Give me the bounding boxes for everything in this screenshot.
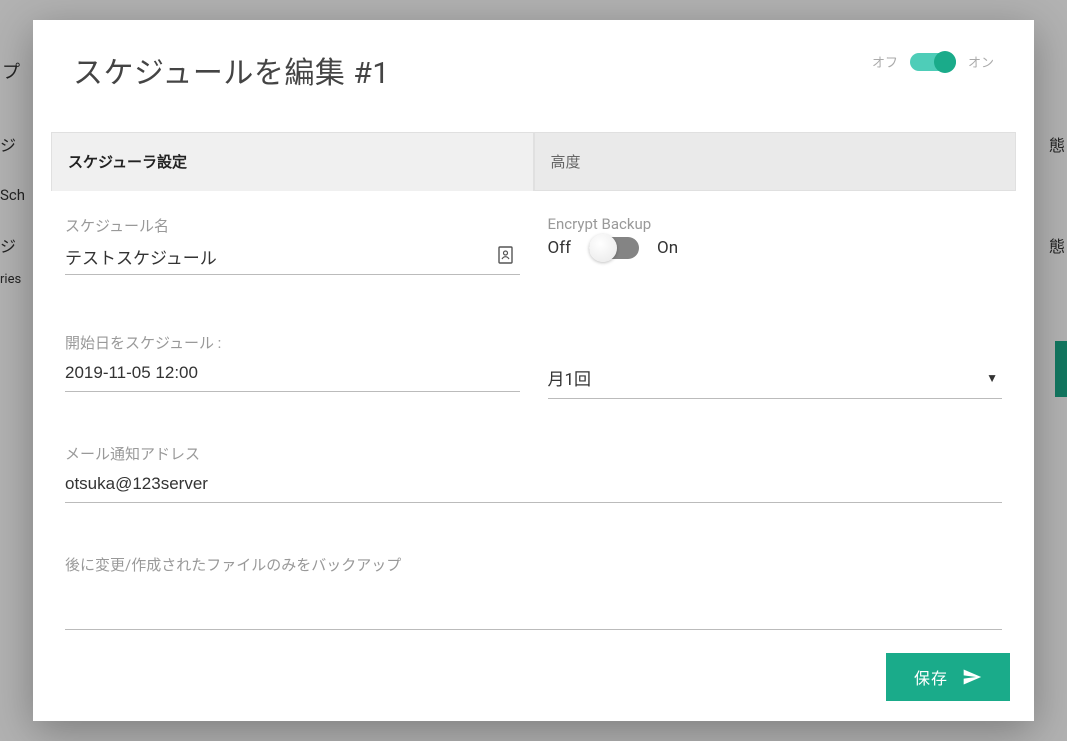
modal-title: スケジュールを編集 #1 xyxy=(73,48,390,92)
enable-toggle[interactable] xyxy=(910,53,956,71)
tab-advanced[interactable]: 高度 xyxy=(534,132,1017,191)
encrypt-on-label: On xyxy=(657,238,678,258)
save-button[interactable]: 保存 xyxy=(886,653,1010,701)
chevron-down-icon: ▼ xyxy=(986,371,998,385)
send-icon xyxy=(962,667,982,687)
toggle-on-label: オン xyxy=(968,52,994,71)
start-date-label: 開始日をスケジュール : xyxy=(65,332,520,353)
modal-header: スケジュールを編集 #1 オフ オン xyxy=(33,20,1034,102)
modal-footer: 保存 xyxy=(33,637,1034,721)
edit-schedule-modal: スケジュールを編集 #1 オフ オン スケジューラ設定 高度 スケジュール名 E… xyxy=(33,20,1034,721)
schedule-name-input[interactable] xyxy=(65,238,520,275)
incremental-input[interactable] xyxy=(65,577,1002,630)
tab-scheduler-settings[interactable]: スケジューラ設定 xyxy=(51,132,534,191)
frequency-select[interactable]: 月1回 ▼ xyxy=(548,357,1003,399)
contacts-icon[interactable] xyxy=(498,246,514,268)
start-date-input[interactable] xyxy=(65,355,520,392)
frequency-value: 月1回 xyxy=(548,365,592,390)
schedule-name-label: スケジュール名 xyxy=(65,215,520,236)
enable-toggle-group: オフ オン xyxy=(872,52,994,71)
toggle-off-label: オフ xyxy=(872,52,898,71)
encrypt-label: Encrypt Backup xyxy=(548,215,1003,233)
email-input[interactable] xyxy=(65,466,1002,503)
tabs: スケジューラ設定 高度 xyxy=(51,132,1016,191)
incremental-label: 後に変更/作成されたファイルのみをバックアップ xyxy=(65,554,1002,575)
email-label: メール通知アドレス xyxy=(65,443,1002,464)
form-body: スケジュール名 Encrypt Backup Off On 開始日をスケジュール… xyxy=(33,191,1034,637)
save-button-label: 保存 xyxy=(914,665,948,689)
encrypt-toggle[interactable] xyxy=(589,237,639,259)
encrypt-off-label: Off xyxy=(548,238,572,258)
